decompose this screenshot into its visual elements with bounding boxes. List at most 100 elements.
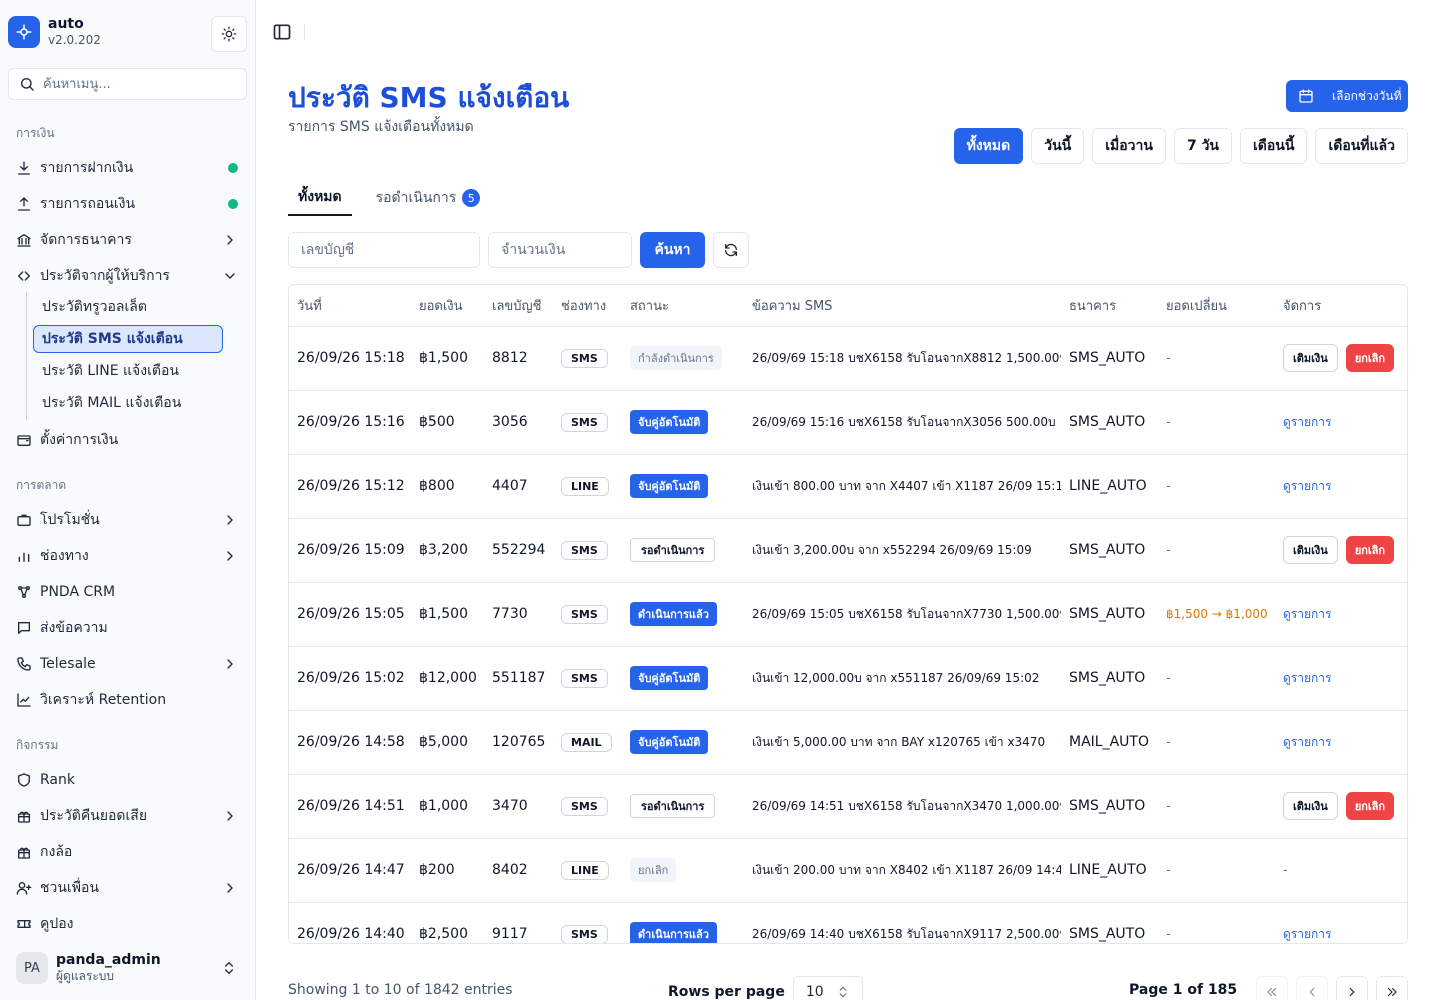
sidebar-subitem-sms-active[interactable]: ประวัติ SMS แจ้งเตือน [33, 325, 223, 353]
sidebar-item-provider-history[interactable]: ประวัติจากผู้ให้บริการ [8, 260, 247, 292]
amount-input[interactable] [488, 232, 632, 268]
cell-amount: ฿800 [411, 454, 484, 519]
table-header-row: วันที่ ยอดเงิน เลขบัญชี ช่องทาง สถานะ ข้… [289, 285, 1407, 327]
topup-button[interactable]: เติมเงิน [1283, 792, 1338, 820]
next-page-button[interactable] [1336, 976, 1368, 1000]
topup-button[interactable]: เติมเงิน [1283, 344, 1338, 372]
page-subtitle: รายการ SMS แจ้งเตือนทั้งหมด [288, 119, 474, 135]
last-page-button[interactable] [1376, 976, 1408, 1000]
sidebar-item-label: โปรโมชั่น [40, 512, 100, 528]
sidebar-item-cashback-history[interactable]: ประวัติคืนยอดเสีย [8, 800, 247, 832]
sidebar-item-withdrawals[interactable]: รายการถอนเงิน [8, 188, 247, 220]
sidebar-item-rank[interactable]: Rank [8, 764, 247, 796]
prev-page-button[interactable] [1296, 976, 1328, 1000]
chevron-right-icon [227, 883, 233, 893]
brand[interactable]: auto v2.0.202 [8, 16, 101, 48]
sidebar-subitem-mail[interactable]: ประวัติ MAIL แจ้งเตือน [33, 389, 223, 417]
status-badge: รอดำเนินการ [630, 794, 716, 818]
chevrons-up-down-icon [839, 986, 847, 998]
topup-button[interactable]: เติมเงิน [1283, 536, 1338, 564]
col-status[interactable]: สถานะ [622, 285, 744, 327]
bank-icon [16, 232, 32, 248]
cell-account: 552294 [484, 518, 553, 583]
sidebar-item-pnda-crm[interactable]: PNDA CRM [8, 576, 247, 608]
table-row: 26/09/26 15:12 ฿800 4407 LINE จับคู่อัตโนมัต… [289, 454, 1407, 519]
sidebar-item-deposits[interactable]: รายการฝากเงิน [8, 152, 247, 184]
theme-toggle-button[interactable] [211, 16, 247, 52]
view-details-link[interactable]: ดูรายการ [1283, 607, 1331, 621]
filter-7-days[interactable]: 7 วัน [1173, 128, 1232, 164]
chevrons-left-icon [1267, 987, 1277, 997]
history-icon [16, 268, 32, 284]
main-content: ประวัติ SMS แจ้งเตือน รายการ SMS แจ้งเตื… [256, 0, 1440, 1000]
filter-today[interactable]: วันนี้ [1031, 128, 1085, 164]
rows-per-page-label: Rows per page [668, 984, 785, 1000]
sidebar-item-invite-friends[interactable]: ชวนเพื่อน [8, 872, 247, 904]
cell-change: - [1166, 479, 1171, 494]
no-action: - [1283, 863, 1288, 878]
filter-yesterday[interactable]: เมื่อวาน [1092, 128, 1166, 164]
cancel-button[interactable]: ยกเลิก [1345, 344, 1395, 372]
table-row: 26/09/26 15:02 ฿12,000 551187 SMS จับคู่อัตโ… [289, 646, 1407, 711]
search-icon [21, 78, 34, 91]
sidebar-item-coupons[interactable]: คูปอง [8, 908, 247, 940]
refresh-button[interactable] [713, 232, 749, 268]
sidebar-item-bank-management[interactable]: จัดการธนาคาร [8, 224, 247, 256]
view-details-link[interactable]: ดูรายการ [1283, 415, 1331, 429]
filter-this-month[interactable]: เดือนนี้ [1240, 128, 1308, 164]
user-name: panda_admin [56, 952, 161, 968]
col-amount[interactable]: ยอดเงิน [411, 285, 484, 327]
sidebar-subitem-line[interactable]: ประวัติ LINE แจ้งเตือน [33, 357, 223, 385]
gift-icon [16, 844, 32, 860]
cell-amount: ฿1,000 [411, 774, 484, 839]
account-number-input[interactable] [288, 232, 480, 268]
col-bank[interactable]: ธนาคาร [1061, 285, 1158, 327]
sidebar-toggle-icon[interactable] [272, 22, 292, 42]
sidebar-item-label: ประวัติจากผู้ให้บริการ [40, 268, 170, 284]
brand-logo-icon [8, 16, 40, 48]
status-badge: จับคู่อัตโนมัติ [630, 666, 709, 690]
user-menu[interactable]: PA panda_admin ผู้ดูแลระบบ [8, 944, 247, 992]
tab-label: รอดำเนินการ [375, 190, 457, 206]
phone-icon [16, 656, 32, 672]
cell-amount: ฿3,200 [411, 518, 484, 583]
view-details-link[interactable]: ดูรายการ [1283, 479, 1331, 493]
cell-actions: ดูรายการ [1275, 646, 1407, 711]
filter-last-month[interactable]: เดือนที่แล้ว [1315, 128, 1408, 164]
cancel-button[interactable]: ยกเลิก [1345, 792, 1395, 820]
cell-date: 26/09/26 14:51 [289, 774, 411, 839]
view-details-link[interactable]: ดูรายการ [1283, 671, 1331, 685]
calendar-icon [1299, 89, 1313, 103]
col-change[interactable]: ยอดเปลี่ยน [1158, 285, 1275, 327]
search-button[interactable]: ค้นหา [640, 232, 705, 268]
menu-search-input[interactable] [43, 76, 233, 92]
sidebar-item-telesale[interactable]: Telesale [8, 648, 247, 680]
col-channel[interactable]: ช่องทาง [553, 285, 622, 327]
tab-all[interactable]: ทั้งหมด [288, 180, 352, 216]
cancel-button[interactable]: ยกเลิก [1345, 536, 1395, 564]
date-range-button[interactable]: เลือกช่วงวันที่ [1286, 80, 1408, 112]
view-details-link[interactable]: ดูรายการ [1283, 927, 1331, 941]
col-message[interactable]: ข้อความ SMS [744, 285, 1061, 327]
sidebar-subitem-truewallet[interactable]: ประวัติทรูวอลเล็ต [33, 293, 223, 321]
status-badge: ดำเนินการแล้ว [630, 922, 717, 943]
sidebar-item-promotions[interactable]: โปรโมชั่น [8, 504, 247, 536]
rows-per-page-select[interactable]: 10 [792, 976, 863, 1000]
section-activity: กิจกรรม [16, 738, 59, 752]
sidebar-item-channels[interactable]: ช่องทาง [8, 540, 247, 572]
col-account[interactable]: เลขบัญชี [484, 285, 553, 327]
chevron-right-icon [227, 811, 233, 821]
tab-pending[interactable]: รอดำเนินการ 5 [366, 180, 491, 216]
col-date[interactable]: วันที่ [289, 285, 411, 327]
cell-change: - [1166, 735, 1171, 750]
sidebar-item-finance-settings[interactable]: ตั้งค่าการเงิน [8, 424, 247, 456]
filter-all[interactable]: ทั้งหมด [953, 128, 1024, 164]
chevron-right-icon [227, 659, 233, 669]
network-icon [16, 584, 32, 600]
view-details-link[interactable]: ดูรายการ [1283, 735, 1331, 749]
sidebar-item-send-message[interactable]: ส่งข้อความ [8, 612, 247, 644]
chevrons-up-down-icon [225, 961, 233, 975]
first-page-button[interactable] [1256, 976, 1288, 1000]
sidebar-item-wheel[interactable]: กงล้อ [8, 836, 247, 868]
sidebar-item-retention[interactable]: วิเคราะห์ Retention [8, 684, 247, 716]
